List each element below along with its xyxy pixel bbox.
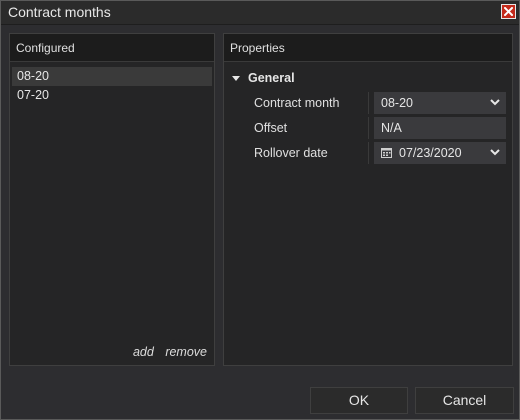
close-button[interactable]	[501, 4, 516, 19]
contract-month-select[interactable]: 08-20	[374, 92, 506, 114]
offset-value: N/A	[381, 121, 402, 135]
configured-header-label: Configured	[16, 41, 75, 55]
offset-row: Offset N/A	[224, 117, 512, 139]
list-item[interactable]: 08-20	[12, 67, 212, 86]
contract-month-row: Contract month 08-20	[224, 92, 512, 114]
properties-header: Properties	[224, 34, 512, 62]
rollover-date-row: Rollover date 07/23/2020	[224, 142, 512, 164]
rollover-date-label: Rollover date	[254, 146, 328, 160]
expand-triangle-icon	[232, 75, 240, 81]
divider	[368, 117, 369, 139]
offset-field: N/A	[374, 117, 506, 139]
calendar-icon	[381, 148, 392, 158]
general-group-label: General	[248, 71, 295, 85]
contract-months-dialog: Contract months Configured 08-20 07-20 a…	[0, 0, 520, 420]
contract-month-label: Contract month	[254, 96, 340, 110]
remove-link[interactable]: remove	[165, 345, 207, 359]
chevron-down-icon	[490, 149, 500, 156]
properties-panel: Properties General Contract month 08-20 …	[223, 33, 513, 366]
title-bar: Contract months	[1, 1, 519, 25]
rollover-date-value: 07/23/2020	[399, 146, 462, 160]
rollover-date-picker[interactable]: 07/23/2020	[374, 142, 506, 164]
ok-button[interactable]: OK	[310, 387, 408, 414]
list-actions: add remove	[125, 345, 207, 359]
close-icon	[504, 7, 513, 16]
add-link[interactable]: add	[133, 345, 154, 359]
cancel-button[interactable]: Cancel	[415, 387, 514, 414]
divider	[368, 142, 369, 164]
configured-header: Configured	[10, 34, 214, 62]
window-title: Contract months	[8, 4, 111, 20]
contract-month-value: 08-20	[381, 96, 413, 110]
list-item[interactable]: 07-20	[12, 86, 212, 105]
properties-header-label: Properties	[230, 41, 285, 55]
divider	[368, 92, 369, 114]
configured-list: 08-20 07-20	[12, 67, 212, 105]
offset-label: Offset	[254, 121, 288, 135]
configured-panel: Configured 08-20 07-20 add remove	[9, 33, 215, 366]
chevron-down-icon	[490, 99, 500, 106]
general-group-header[interactable]: General	[232, 71, 295, 85]
